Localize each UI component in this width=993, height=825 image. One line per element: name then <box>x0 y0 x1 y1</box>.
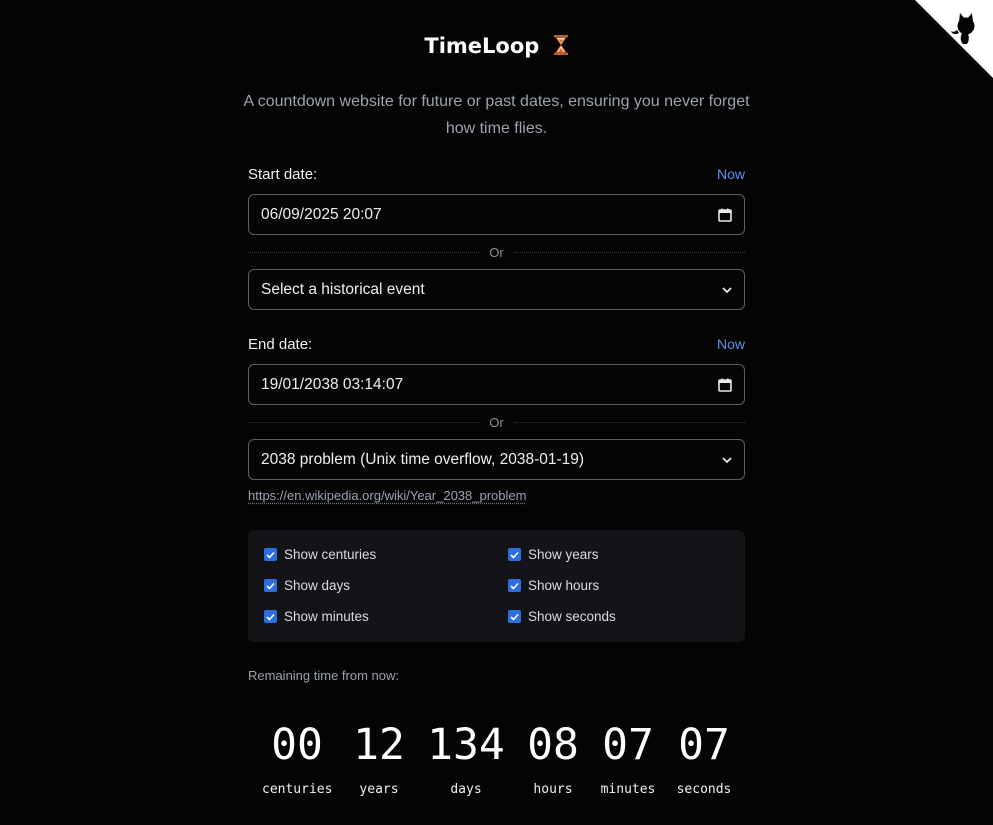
option-label: Show years <box>528 547 599 562</box>
countdown-value: 07 <box>678 720 730 770</box>
option-show-years[interactable]: Show years <box>508 547 599 562</box>
or-text: Or <box>489 414 504 430</box>
countdown-unit-label: years <box>359 782 399 797</box>
end-date-input[interactable]: 19/01/2038 03:14:07 <box>248 364 745 405</box>
end-date-value: 19/01/2038 03:14:07 <box>261 375 404 393</box>
countdown-seconds: 07 seconds <box>669 718 739 797</box>
countdown-unit-label: hours <box>533 782 573 797</box>
countdown-unit-label: days <box>450 782 482 797</box>
or-text: Or <box>489 244 504 260</box>
hourglass-icon <box>553 35 568 55</box>
remaining-time-caption: Remaining time from now: <box>248 668 399 683</box>
page-title: TimeLoop <box>248 34 745 58</box>
option-label: Show hours <box>528 578 600 593</box>
calendar-icon[interactable] <box>718 378 732 392</box>
chevron-down-icon <box>722 456 732 464</box>
chevron-down-icon <box>722 286 732 294</box>
checkmark-icon[interactable] <box>264 548 277 561</box>
calendar-icon[interactable] <box>718 208 732 222</box>
countdown-years: 12 years <box>344 718 414 797</box>
start-event-select[interactable]: Select a historical event <box>248 269 745 310</box>
countdown-days: 134 days <box>421 718 511 797</box>
option-label: Show centuries <box>284 547 377 562</box>
option-show-centuries[interactable]: Show centuries <box>264 547 376 562</box>
end-date-label: End date: <box>248 336 313 353</box>
end-or-divider: Or <box>248 414 746 430</box>
start-date-input[interactable]: 06/09/2025 20:07 <box>248 194 745 235</box>
end-event-value: 2038 problem (Unix time overflow, 2038-0… <box>261 450 585 468</box>
start-date-value: 06/09/2025 20:07 <box>261 205 382 223</box>
end-now-link[interactable]: Now <box>717 336 745 352</box>
checkmark-icon[interactable] <box>508 610 521 623</box>
countdown-unit-label: minutes <box>600 782 656 797</box>
option-label: Show seconds <box>528 609 616 624</box>
event-wikipedia-link[interactable]: https://en.wikipedia.org/wiki/Year_2038_… <box>248 488 526 503</box>
page-subtitle: A countdown website for future or past d… <box>243 93 750 137</box>
countdown-value: 07 <box>602 720 654 770</box>
checkmark-icon[interactable] <box>264 579 277 592</box>
github-corner-link[interactable] <box>915 0 993 78</box>
countdown-centuries: 00 centuries <box>262 718 332 797</box>
countdown-unit-label: centuries <box>262 782 333 797</box>
countdown-hours: 08 hours <box>518 718 588 797</box>
countdown-value: 134 <box>427 720 505 770</box>
option-show-minutes[interactable]: Show minutes <box>264 609 369 624</box>
option-show-hours[interactable]: Show hours <box>508 578 599 593</box>
countdown-unit-label: seconds <box>676 782 732 797</box>
checkmark-icon[interactable] <box>508 579 521 592</box>
start-now-link[interactable]: Now <box>717 166 745 182</box>
title-text: TimeLoop <box>424 34 540 58</box>
page: TimeLoop A countdown website for future … <box>0 0 993 825</box>
countdown-value: 00 <box>271 720 323 770</box>
option-show-days[interactable]: Show days <box>264 578 350 593</box>
checkmark-icon[interactable] <box>508 548 521 561</box>
start-event-value: Select a historical event <box>261 280 425 298</box>
end-event-select[interactable]: 2038 problem (Unix time overflow, 2038-0… <box>248 439 745 480</box>
countdown-value: 12 <box>353 720 405 770</box>
option-show-seconds[interactable]: Show seconds <box>508 609 616 624</box>
display-options-panel: Show centuries Show years Show days Show… <box>248 530 745 642</box>
checkmark-icon[interactable] <box>264 610 277 623</box>
option-label: Show minutes <box>284 609 369 624</box>
start-or-divider: Or <box>248 244 746 260</box>
option-label: Show days <box>284 578 351 593</box>
start-date-label: Start date: <box>248 166 318 183</box>
countdown-value: 08 <box>527 720 579 770</box>
countdown-minutes: 07 minutes <box>593 718 663 797</box>
